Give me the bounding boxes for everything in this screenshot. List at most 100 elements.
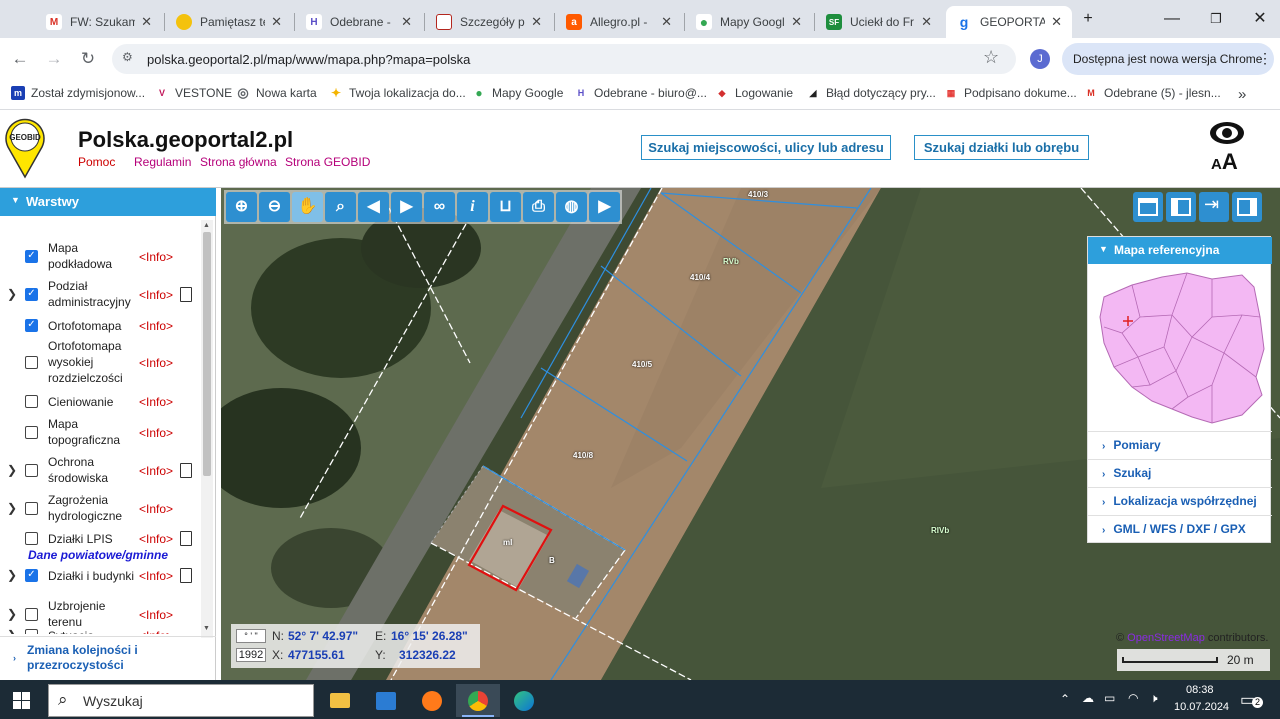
- layer-info-link[interactable]: <Info>: [139, 464, 173, 478]
- chrome-update-button[interactable]: Dostępna jest nowa wersja Chrome ⋮: [1062, 43, 1274, 75]
- layer-info-link[interactable]: <Info>: [139, 319, 173, 333]
- file-explorer-icon[interactable]: [318, 684, 362, 717]
- bookmarks-overflow-button[interactable]: »: [1238, 86, 1246, 103]
- bookmark-item[interactable]: ◆ Logowanie: [715, 86, 793, 100]
- minimize-icon[interactable]: —: [1152, 6, 1192, 32]
- close-tab-icon[interactable]: ✕: [141, 14, 152, 30]
- profile-avatar[interactable]: J: [1030, 49, 1050, 69]
- close-tab-icon[interactable]: ✕: [271, 14, 282, 30]
- terms-link[interactable]: Regulamin: [134, 155, 191, 169]
- browser-tab[interactable]: M FW: Szukam ✕: [36, 6, 162, 38]
- layer-info-link[interactable]: <Info>: [139, 532, 173, 546]
- geobid-link[interactable]: Strona GEOBID: [285, 155, 370, 169]
- site-info-icon[interactable]: ⚙: [122, 50, 133, 64]
- layer-info-link[interactable]: <Info>: [139, 502, 173, 516]
- scrollbar-thumb[interactable]: [203, 232, 211, 476]
- layer-checkbox[interactable]: [25, 629, 38, 634]
- restore-icon[interactable]: ❐: [1196, 6, 1236, 32]
- pan-hand-icon[interactable]: ✋: [292, 192, 323, 222]
- eye-contrast-icon[interactable]: [1209, 120, 1245, 146]
- osm-link[interactable]: OpenStreetMap: [1127, 632, 1205, 644]
- wifi-icon[interactable]: ◠: [1128, 691, 1138, 705]
- address-bar[interactable]: ⚙ polska.geoportal2.pl/map/www/mapa.php?…: [112, 44, 1016, 74]
- bookmark-item[interactable]: ✦ Twoja lokalizacja do...: [329, 86, 466, 100]
- edge-icon[interactable]: [502, 684, 546, 717]
- zoom-in-icon[interactable]: ⊕: [226, 192, 257, 222]
- next-view-icon[interactable]: ▶: [391, 192, 422, 222]
- browser-tab[interactable]: a Allegro.pl - ✕: [556, 6, 682, 38]
- search-item[interactable]: › Szukaj: [1088, 459, 1272, 487]
- layer-checkbox[interactable]: [25, 356, 38, 369]
- globe-icon[interactable]: ◍: [556, 192, 587, 222]
- layer-info-link[interactable]: <Info>: [139, 250, 173, 264]
- more-vert-icon[interactable]: ⋮: [1258, 50, 1272, 67]
- layer-checkbox[interactable]: [25, 395, 38, 408]
- clock-time[interactable]: 08:38: [1186, 684, 1214, 696]
- layer-checkbox[interactable]: [25, 608, 38, 621]
- search-parcel-button[interactable]: Szukaj działki lub obrębu: [914, 135, 1089, 160]
- scroll-down-icon[interactable]: ▼: [203, 625, 210, 632]
- search-place-button[interactable]: Szukaj miejscowości, ulicy lub adresu: [641, 135, 891, 160]
- close-tab-icon[interactable]: ✕: [1051, 14, 1062, 30]
- layout-left-icon[interactable]: [1166, 192, 1196, 222]
- layer-document-icon[interactable]: [180, 287, 192, 302]
- close-tab-icon[interactable]: ✕: [921, 14, 932, 30]
- info-icon[interactable]: i: [457, 192, 488, 222]
- taskbar-search-input[interactable]: ⌕ Wyszukaj: [48, 684, 314, 717]
- layer-info-link[interactable]: <Info>: [139, 629, 173, 634]
- bookmark-star-icon[interactable]: ☆: [983, 47, 999, 68]
- coordinate-location-item[interactable]: › Lokalizacja współrzędnej: [1088, 487, 1272, 515]
- previous-view-icon[interactable]: ◀: [358, 192, 389, 222]
- layer-checkbox[interactable]: [25, 426, 38, 439]
- browser-tab[interactable]: Pamiętasz te ✕: [166, 6, 292, 38]
- bookmark-item[interactable]: ◎ Nowa karta: [236, 85, 317, 100]
- print-icon[interactable]: ⎙: [523, 192, 554, 222]
- browser-tab[interactable]: SF Uciekł do Fr ✕: [816, 6, 942, 38]
- scroll-up-icon[interactable]: ▲: [203, 222, 210, 229]
- firefox-icon[interactable]: [410, 684, 454, 717]
- bookmark-item[interactable]: ▦ Podpisano dokume...: [944, 86, 1077, 100]
- video-camera-icon[interactable]: ▶: [589, 192, 620, 222]
- close-window-icon[interactable]: ✕: [1240, 6, 1280, 32]
- degrees-format-button[interactable]: ° ' ": [236, 629, 266, 643]
- layer-info-link[interactable]: <Info>: [139, 608, 173, 622]
- bookmark-item[interactable]: V VESTONE: [155, 86, 232, 100]
- layer-document-icon[interactable]: [180, 463, 192, 478]
- chrome-icon[interactable]: [456, 684, 500, 717]
- zoom-out-icon[interactable]: ⊖: [259, 192, 290, 222]
- windows-start-icon[interactable]: [13, 692, 30, 709]
- layer-order-link[interactable]: › Zmiana kolejności i przezroczystości: [0, 636, 216, 680]
- layer-info-link[interactable]: <Info>: [139, 395, 173, 409]
- measure-ruler-icon[interactable]: ⊔: [490, 192, 521, 222]
- geobid-logo[interactable]: GEOBID: [5, 117, 45, 179]
- tray-expand-icon[interactable]: ⌃: [1060, 692, 1070, 706]
- layout-export-icon[interactable]: ⇥: [1199, 192, 1229, 222]
- browser-tab[interactable]: H Odebrane - ✕: [296, 6, 422, 38]
- layer-info-link[interactable]: <Info>: [139, 288, 173, 302]
- poland-reference-map[interactable]: [1092, 267, 1268, 431]
- browser-tab[interactable]: ● Mapy Googl ✕: [686, 6, 812, 38]
- close-tab-icon[interactable]: ✕: [661, 14, 672, 30]
- layer-checkbox[interactable]: ✓: [25, 250, 38, 263]
- expand-chevron-icon[interactable]: ❯: [7, 287, 17, 301]
- weather-cloud-icon[interactable]: ☁: [1082, 691, 1094, 705]
- clock-date[interactable]: 10.07.2024: [1174, 701, 1229, 713]
- browser-tab[interactable]: Szczegóły p ✕: [426, 6, 552, 38]
- layer-checkbox[interactable]: [25, 532, 38, 545]
- layer-checkbox[interactable]: ✓: [25, 319, 38, 332]
- bookmark-item[interactable]: m Został zdymisjonow...: [11, 86, 145, 100]
- close-tab-icon[interactable]: ✕: [401, 14, 412, 30]
- bookmark-item[interactable]: ● Mapy Google: [472, 86, 563, 100]
- layer-document-icon[interactable]: [180, 568, 192, 583]
- bookmark-item[interactable]: H Odebrane - biuro@...: [574, 86, 707, 100]
- layout-right-icon[interactable]: [1232, 192, 1262, 222]
- expand-chevron-icon[interactable]: ❯: [7, 568, 17, 582]
- new-tab-button[interactable]: +: [1068, 6, 1108, 32]
- bookmark-item[interactable]: M Odebrane (5) - jlesn...: [1084, 86, 1221, 100]
- reference-map-header[interactable]: ▼ Mapa referencyjna: [1088, 237, 1272, 264]
- help-link[interactable]: Pomoc: [78, 155, 115, 169]
- layer-checkbox[interactable]: ✓: [25, 569, 38, 582]
- layout-top-icon[interactable]: [1133, 192, 1163, 222]
- layers-panel-header[interactable]: ▼ Warstwy: [0, 188, 216, 216]
- zoom-box-icon[interactable]: ⌕: [325, 192, 356, 222]
